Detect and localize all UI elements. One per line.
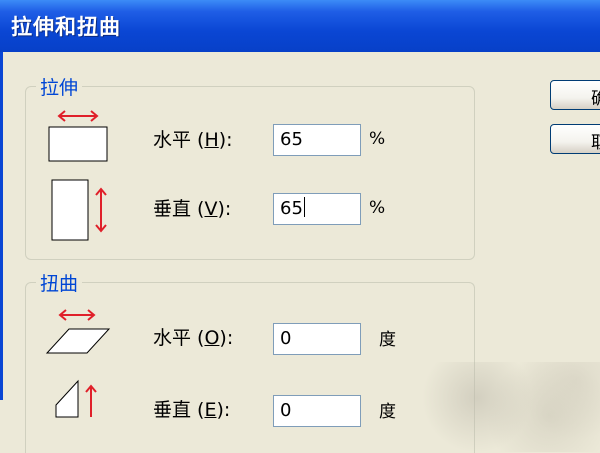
skew-vertical-icon [55,379,97,418]
stretch-group-label: 拉伸 [36,73,83,100]
stretch-horizontal-icon [48,110,108,162]
skew-horizontal-icon [45,309,111,354]
skew-group-label: 扭曲 [36,269,83,296]
skew-horizontal-unit: 度 [379,330,396,350]
stretch-horizontal-unit: % [369,129,386,149]
stretch-horizontal-label: 水平 (H): [153,129,233,151]
skew-horizontal-label: 水平 (O): [153,327,234,349]
window-title: 拉伸和扭曲 [11,15,121,39]
skew-horizontal-input[interactable]: 0 [273,323,361,355]
stretch-vertical-input[interactable]: 65 [273,193,361,225]
skew-group: 扭曲 水平 (O): 0 度 垂直 (E): 0 度 [25,269,475,453]
skew-vertical-unit: 度 [379,402,396,422]
cancel-button[interactable]: 取 [550,124,600,154]
text-caret [303,197,305,217]
dialog-body: 拉伸 水平 (H): 65 % 垂直 (V): 65 % 扭曲 水平 (O): … [0,52,600,453]
ok-button[interactable]: 确 [550,80,600,110]
skew-vertical-label: 垂直 (E): [153,399,231,421]
stretch-group: 拉伸 水平 (H): 65 % 垂直 (V): 65 % [25,73,475,260]
title-bar[interactable]: 拉伸和扭曲 [0,0,600,52]
stretch-vertical-label: 垂直 (V): [153,198,232,220]
stretch-vertical-icon [51,179,107,241]
stretch-horizontal-input[interactable]: 65 [273,124,361,156]
stretch-vertical-unit: % [369,198,386,218]
